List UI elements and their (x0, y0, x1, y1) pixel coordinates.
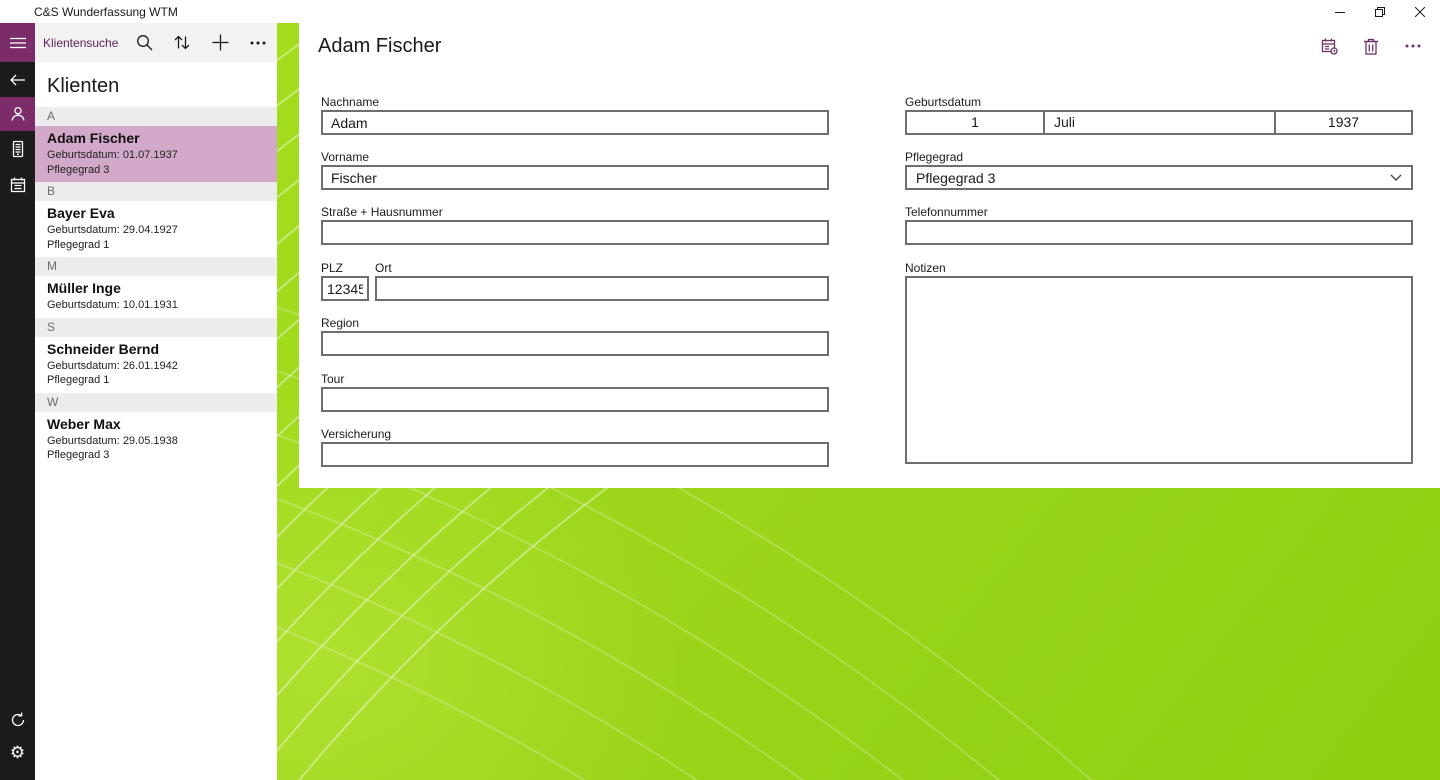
add-icon (212, 34, 228, 51)
sync-button[interactable] (0, 704, 35, 736)
add-client-button[interactable] (201, 23, 239, 62)
restore-button[interactable] (1360, 0, 1400, 23)
appointments-button[interactable] (1308, 26, 1350, 66)
tour-input[interactable] (321, 387, 829, 412)
group-header-m: M (35, 257, 277, 276)
list-command-bar: Klientensuche (35, 23, 277, 62)
detail-title: Adam Fischer (318, 34, 442, 57)
client-list-panel: Klientensuche Klienten A Adam Fischer Ge… (35, 23, 277, 780)
sort-button[interactable] (163, 23, 201, 62)
close-icon (1415, 6, 1425, 17)
region-input[interactable] (321, 331, 829, 356)
search-icon (136, 35, 152, 51)
pflegegrad-value: Pflegegrad 3 (916, 169, 996, 186)
sidebar-item-calendar[interactable] (0, 167, 35, 203)
settings-button[interactable]: ⚙ (0, 737, 35, 769)
client-name: Schneider Bernd (47, 340, 160, 357)
client-row-weber-max[interactable]: Weber Max Geburtsdatum: 29.05.1938 Pfleg… (35, 411, 277, 468)
nachname-input[interactable] (321, 110, 829, 135)
telefonnummer-input[interactable] (905, 220, 1413, 245)
ort-input[interactable] (375, 276, 829, 301)
strasse-input[interactable] (321, 220, 829, 245)
list-title: Klienten (47, 75, 120, 97)
client-care-level: Pflegegrad 3 (47, 163, 110, 176)
client-detail-panel: Adam Fischer Nachname Vorname Straße + H… (299, 23, 1440, 488)
telefonnummer-label: Telefonnummer (905, 205, 988, 219)
client-birthdate: Geburtsdatum: 01.07.1937 (47, 149, 178, 161)
more-icon (1405, 44, 1421, 48)
sync-icon (11, 712, 24, 727)
client-birthdate: Geburtsdatum: 29.05.1938 (47, 434, 178, 447)
close-button[interactable] (1400, 0, 1440, 23)
vorname-input[interactable] (321, 165, 829, 190)
sidebar-item-records[interactable] (0, 131, 35, 167)
calendar-appointments-icon (1321, 38, 1338, 55)
versicherung-label: Versicherung (321, 427, 392, 441)
records-icon (12, 140, 23, 158)
client-row-adam-fischer[interactable]: Adam Fischer Geburtsdatum: 01.07.1937 Pf… (35, 126, 277, 182)
client-birthdate: Geburtsdatum: 29.04.1927 (47, 224, 178, 236)
client-search-label: Klientensuche (43, 35, 119, 50)
birthdate-picker[interactable]: 1 Juli 1937 (905, 110, 1413, 135)
nachname-label: Nachname (321, 95, 380, 109)
calendar-icon (10, 177, 25, 193)
nav-rail: ⚙ (0, 23, 35, 780)
window-title: C&S Wunderfassung WTM (34, 4, 178, 19)
vorname-label: Vorname (321, 150, 370, 164)
list-more-button[interactable] (239, 23, 277, 62)
client-care-level: Pflegegrad 1 (47, 374, 110, 386)
delete-client-button[interactable] (1350, 26, 1392, 66)
strasse-label: Straße + Hausnummer (321, 205, 443, 219)
geburtsdatum-label: Geburtsdatum (905, 95, 982, 109)
notizen-textarea[interactable] (905, 276, 1413, 464)
client-list: A Adam Fischer Geburtsdatum: 01.07.1937 … (35, 107, 277, 468)
client-name: Adam Fischer (47, 130, 140, 146)
client-birthdate: Geburtsdatum: 26.01.1942 (47, 359, 178, 372)
group-header-w: W (35, 392, 277, 412)
trash-icon (1364, 38, 1378, 55)
tour-label: Tour (321, 372, 345, 386)
ort-label: Ort (375, 261, 392, 275)
group-header-a: A (35, 107, 277, 126)
minimize-button[interactable] (1320, 0, 1360, 23)
hamburger-menu-button[interactable] (0, 23, 35, 62)
versicherung-input[interactable] (321, 442, 829, 467)
minimize-icon (1335, 11, 1345, 13)
hamburger-icon (9, 37, 26, 48)
plz-input[interactable] (321, 276, 369, 301)
back-button[interactable] (0, 62, 35, 97)
pflegegrad-label: Pflegegrad (905, 150, 964, 164)
restore-icon (1375, 6, 1385, 17)
detail-header: Adam Fischer (299, 23, 1440, 69)
window-titlebar: C&S Wunderfassung WTM (0, 0, 1440, 23)
client-care-level: Pflegegrad 3 (47, 449, 110, 461)
client-name: Weber Max (47, 415, 121, 432)
sort-icon (174, 35, 190, 50)
client-care-level: Pflegegrad 1 (47, 238, 110, 251)
pflegegrad-dropdown[interactable]: Pflegegrad 3 (905, 165, 1413, 190)
birthdate-month[interactable]: Juli (1043, 112, 1276, 133)
search-button[interactable] (125, 23, 163, 62)
group-header-b: B (35, 182, 277, 201)
birthdate-year[interactable]: 1937 (1276, 112, 1411, 133)
person-icon (11, 106, 24, 121)
birthdate-day[interactable]: 1 (907, 112, 1043, 133)
notizen-label: Notizen (905, 261, 946, 275)
region-label: Region (321, 316, 360, 330)
plz-label: PLZ (321, 261, 344, 275)
client-name: Bayer Eva (47, 205, 115, 221)
back-arrow-icon (9, 74, 25, 85)
client-row-mueller-inge[interactable]: Müller Inge Geburtsdatum: 10.01.1931 (35, 276, 277, 318)
detail-more-button[interactable] (1392, 26, 1434, 66)
client-name: Müller Inge (47, 280, 121, 296)
sidebar-item-clients[interactable] (0, 97, 35, 131)
more-icon (250, 41, 266, 44)
client-row-bayer-eva[interactable]: Bayer Eva Geburtsdatum: 29.04.1927 Pfleg… (35, 201, 277, 257)
client-birthdate: Geburtsdatum: 10.01.1931 (47, 299, 178, 311)
client-row-schneider-bernd[interactable]: Schneider Bernd Geburtsdatum: 26.01.1942… (35, 336, 277, 393)
gear-icon: ⚙ (9, 742, 26, 763)
chevron-down-icon (1390, 174, 1402, 181)
group-header-s: S (35, 317, 277, 337)
